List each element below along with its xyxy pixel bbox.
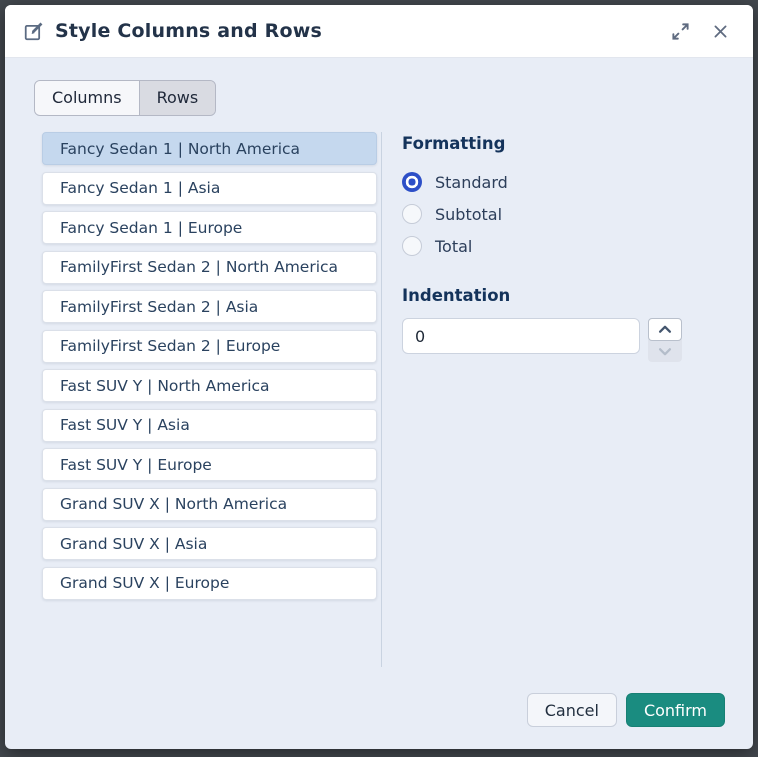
list-item[interactable]: Fast SUV Y | Europe (42, 448, 377, 481)
close-icon[interactable] (708, 19, 733, 44)
style-item-list: Fancy Sedan 1 | North America Fancy Sedan… (42, 132, 377, 600)
indentation-stepper (648, 318, 682, 362)
expand-icon[interactable] (667, 18, 694, 45)
dialog-footer: Cancel Confirm (527, 693, 725, 727)
formatting-radio-group: Standard Subtotal Total (402, 166, 725, 262)
list-item[interactable]: Grand SUV X | Asia (42, 527, 377, 560)
radio-option-subtotal[interactable]: Subtotal (402, 198, 725, 230)
list-item[interactable]: Fancy Sedan 1 | Europe (42, 211, 377, 244)
style-columns-rows-dialog: Style Columns and Rows ColumnsRows Fancy… (5, 5, 753, 749)
list-item[interactable]: FamilyFirst Sedan 2 | North America (42, 251, 377, 284)
indentation-row (402, 318, 725, 362)
dialog-title: Style Columns and Rows (55, 20, 653, 42)
columns-rows-tabbar: ColumnsRows (34, 80, 216, 116)
chevron-up-icon[interactable] (648, 318, 682, 341)
radio-icon (402, 172, 422, 192)
list-item[interactable]: Fast SUV Y | Asia (42, 409, 377, 442)
cancel-button[interactable]: Cancel (527, 693, 617, 727)
dialog-content: Fancy Sedan 1 | North America Fancy Sedan… (33, 132, 725, 667)
tab-rows[interactable]: Rows (139, 81, 216, 115)
list-item[interactable]: Grand SUV X | North America (42, 488, 377, 521)
tab-columns[interactable]: Columns (35, 81, 139, 115)
radio-option-standard[interactable]: Standard (402, 166, 725, 198)
item-list-column: Fancy Sedan 1 | North America Fancy Sedan… (33, 132, 377, 606)
formatting-heading: Formatting (402, 134, 725, 153)
dialog-header: Style Columns and Rows (5, 5, 753, 58)
list-item[interactable]: Fancy Sedan 1 | North America (42, 132, 377, 165)
radio-option-total[interactable]: Total (402, 230, 725, 262)
radio-icon (402, 204, 422, 224)
indentation-heading: Indentation (402, 286, 725, 305)
chevron-down-icon[interactable] (648, 341, 682, 362)
confirm-button[interactable]: Confirm (626, 693, 725, 727)
list-item[interactable]: Fast SUV Y | North America (42, 369, 377, 402)
settings-panel: Formatting Standard Subtotal Total Inden… (382, 132, 725, 362)
radio-icon (402, 236, 422, 256)
indentation-input[interactable] (402, 318, 640, 354)
edit-icon (23, 21, 44, 42)
list-item[interactable]: FamilyFirst Sedan 2 | Asia (42, 290, 377, 323)
list-item[interactable]: FamilyFirst Sedan 2 | Europe (42, 330, 377, 363)
dialog-body: ColumnsRows Fancy Sedan 1 | North Americ… (5, 58, 753, 749)
list-item[interactable]: Grand SUV X | Europe (42, 567, 377, 600)
list-item[interactable]: Fancy Sedan 1 | Asia (42, 172, 377, 205)
